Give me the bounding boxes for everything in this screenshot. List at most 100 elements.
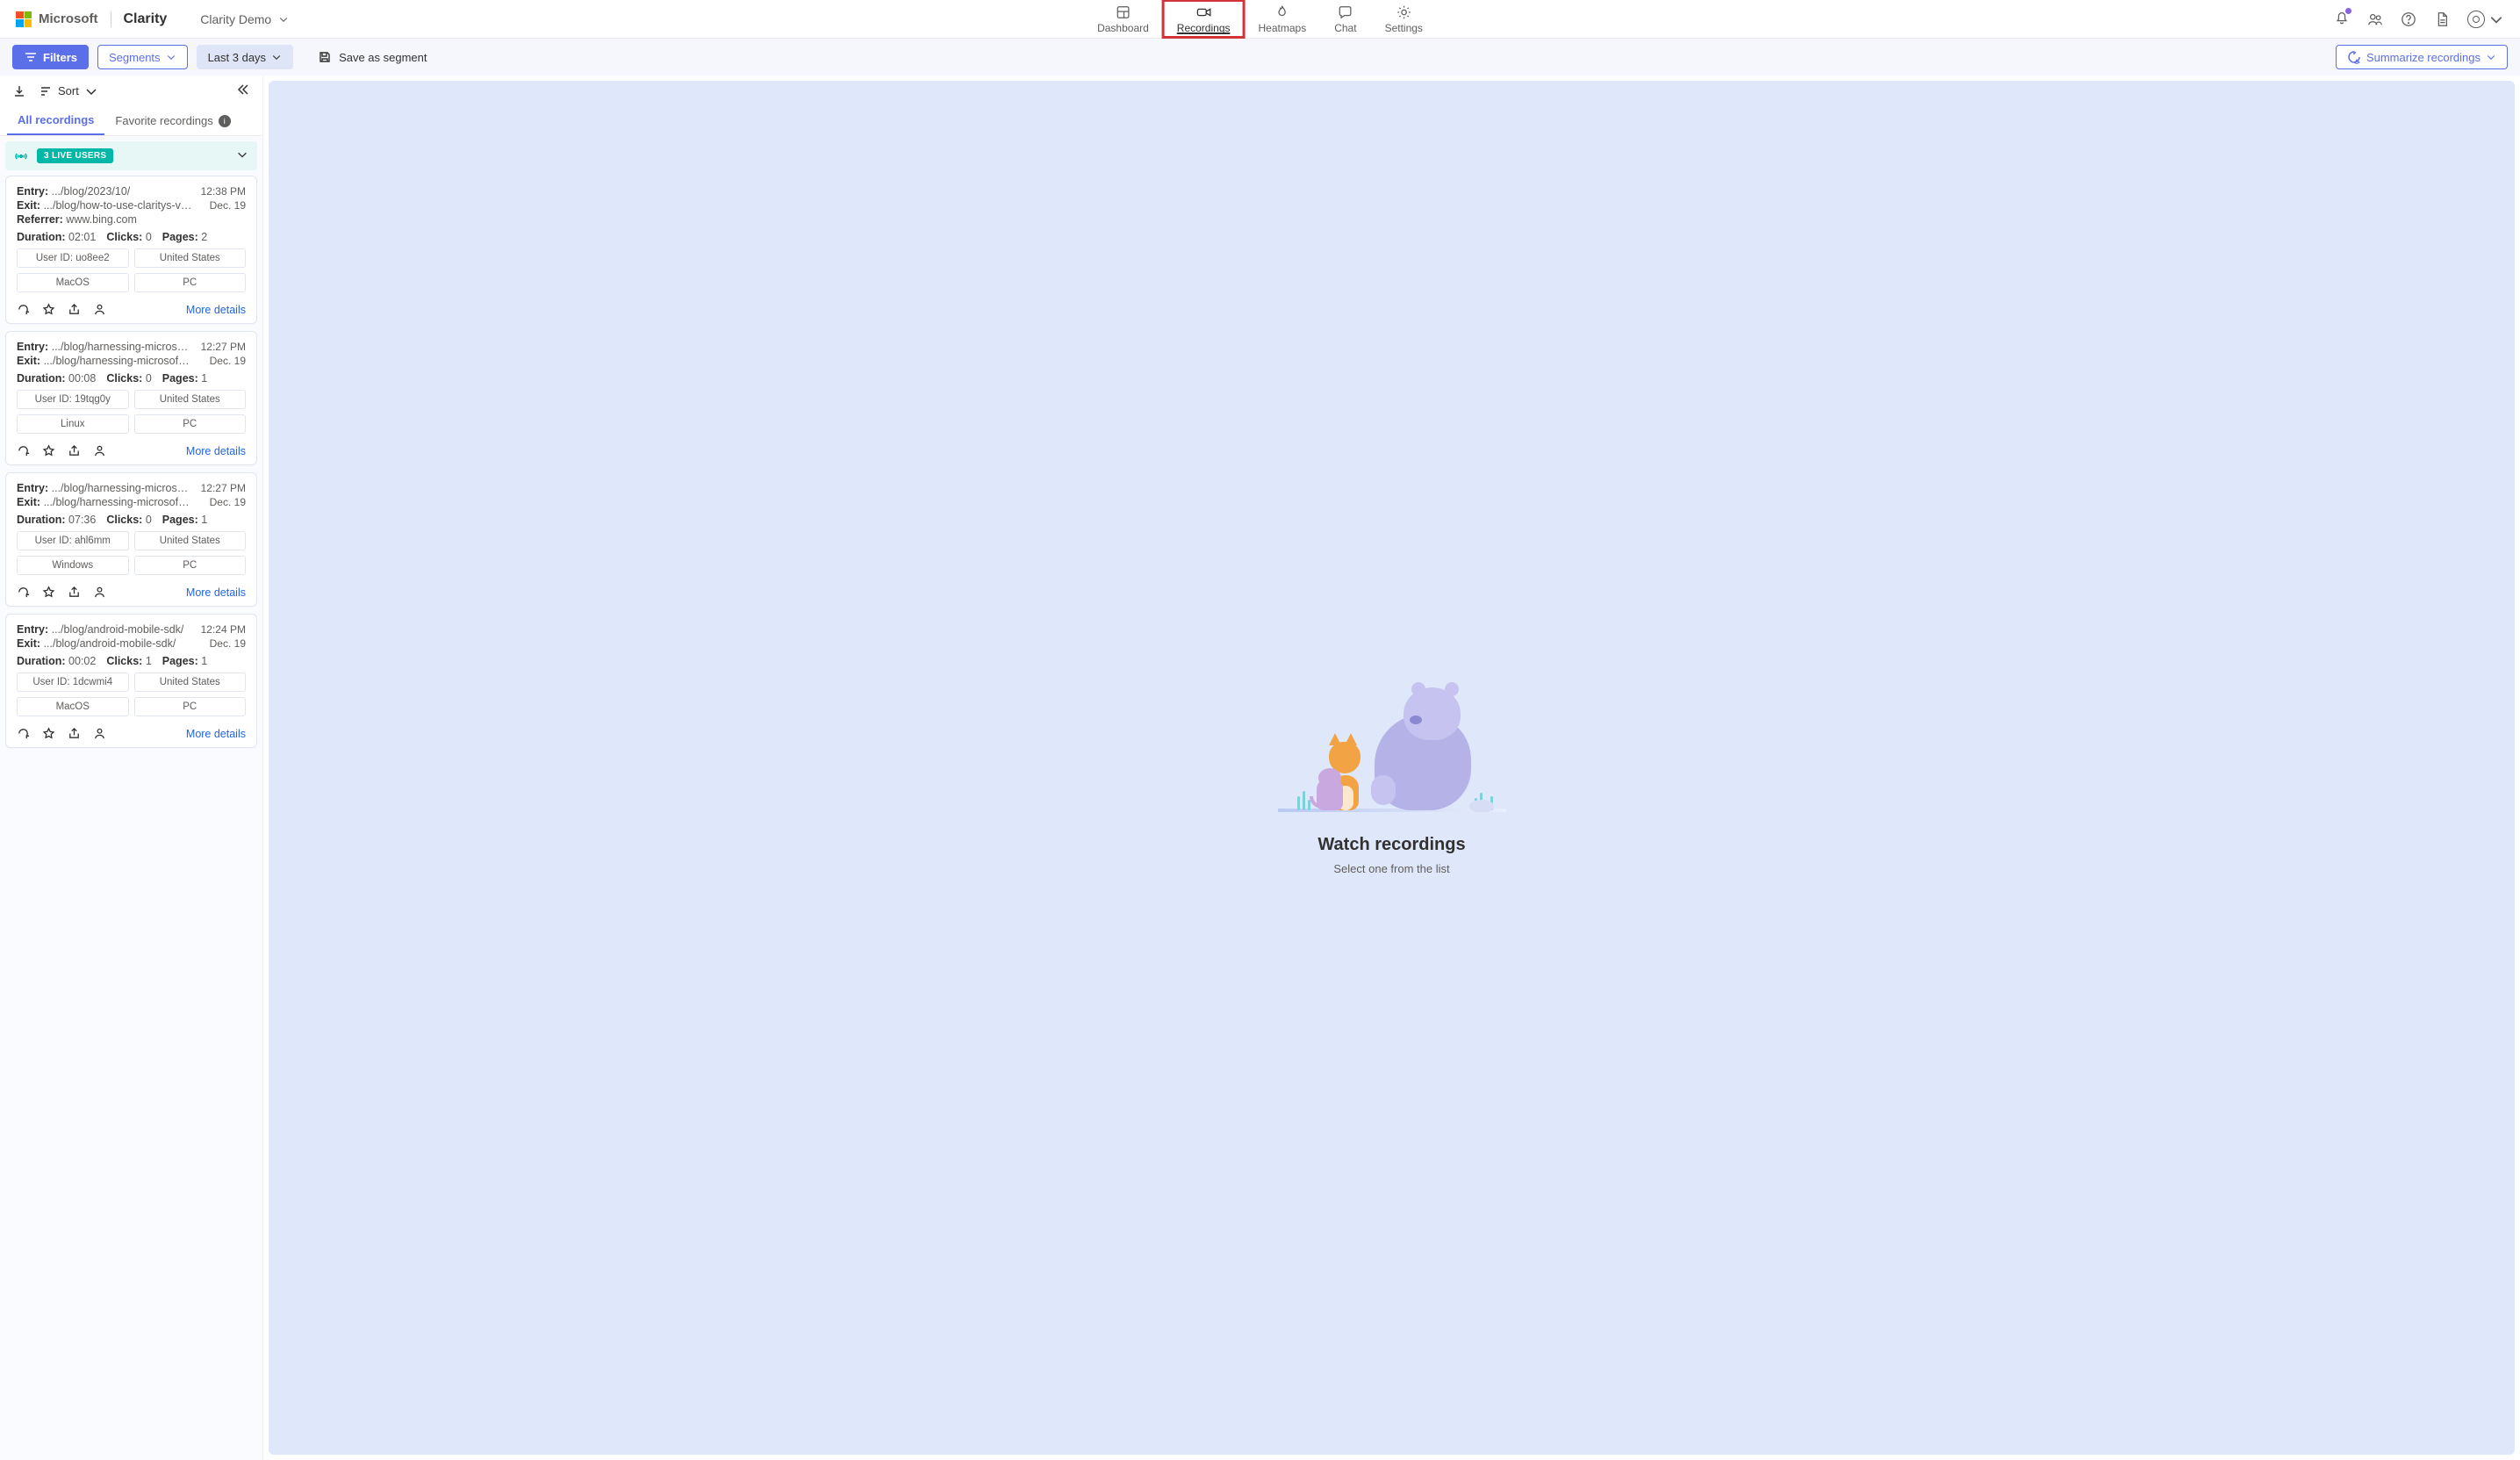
more-details-link[interactable]: More details [186, 586, 246, 599]
star-icon[interactable] [42, 727, 55, 740]
recording-card[interactable]: Entry: .../blog/harnessing-microsoft-cla… [5, 472, 257, 607]
summarize-button[interactable]: Summarize recordings [2336, 45, 2508, 69]
share-icon[interactable] [68, 444, 81, 457]
nav-label: Chat [1334, 22, 1356, 34]
star-icon[interactable] [42, 444, 55, 457]
filter-toolbar: Filters Segments Last 3 days Save as seg… [0, 39, 2520, 76]
tab-all-recordings[interactable]: All recordings [7, 106, 104, 135]
help-icon[interactable] [2401, 11, 2416, 27]
more-details-link[interactable]: More details [186, 728, 246, 740]
empty-state-illustration [1278, 661, 1506, 819]
stats-row: Duration: 07:36 Clicks: 0 Pages: 1 [17, 514, 246, 526]
bell-icon [2334, 10, 2350, 25]
nav-dashboard[interactable]: Dashboard [1083, 0, 1163, 38]
notifications-button[interactable] [2334, 10, 2350, 28]
chevron-down-icon [278, 14, 289, 25]
card-actions: More details [17, 580, 246, 599]
people-icon[interactable] [2367, 11, 2383, 27]
timestamp: 12:27 PMDec. 19 [201, 482, 246, 510]
document-icon[interactable] [2434, 11, 2450, 27]
date-range-button[interactable]: Last 3 days [197, 45, 294, 69]
recording-card[interactable]: Entry: .../blog/android-mobile-sdk/ Exit… [5, 614, 257, 748]
exit-line: Exit: .../blog/harnessing-microsoft-clar… [17, 355, 192, 367]
referrer-line: Referrer: www.bing.com [17, 213, 192, 226]
summarize-label: Summarize recordings [2366, 51, 2481, 64]
nav-settings[interactable]: Settings [1371, 0, 1437, 38]
recording-card[interactable]: Entry: .../blog/2023/10/ Exit: .../blog/… [5, 176, 257, 324]
star-icon[interactable] [42, 586, 55, 599]
exit-line: Exit: .../blog/how-to-use-claritys-visit… [17, 199, 192, 212]
collapse-sidebar-button[interactable] [236, 83, 250, 99]
filters-label: Filters [43, 51, 77, 64]
nav-heatmaps[interactable]: Heatmaps [1245, 0, 1321, 38]
device-pill: PC [134, 556, 247, 575]
os-pill: Windows [17, 556, 129, 575]
country-pill: United States [134, 672, 247, 692]
exit-line: Exit: .../blog/android-mobile-sdk/ [17, 637, 183, 650]
download-icon[interactable] [12, 84, 26, 98]
person-icon[interactable] [93, 586, 106, 599]
broadcast-icon [14, 149, 28, 163]
nav-recordings[interactable]: Recordings [1163, 0, 1245, 38]
sort-button[interactable]: Sort [39, 84, 98, 98]
user-id-pill: User ID: uo8ee2 [17, 248, 129, 268]
sort-label: Sort [58, 84, 79, 97]
person-icon[interactable] [93, 303, 106, 316]
filter-icon [24, 50, 38, 64]
card-actions: More details [17, 298, 246, 316]
stats-row: Duration: 00:08 Clicks: 0 Pages: 1 [17, 372, 246, 385]
tags: User ID: 1dcwmi4 United States MacOS PC [17, 672, 246, 716]
brand-text: Microsoft [39, 11, 98, 26]
stats-row: Duration: 02:01 Clicks: 0 Pages: 2 [17, 231, 246, 243]
save-segment-button[interactable]: Save as segment [318, 50, 427, 64]
chevron-down-icon [166, 52, 176, 62]
device-pill: PC [134, 697, 247, 716]
product-name: Clarity [124, 11, 168, 27]
recording-card[interactable]: Entry: .../blog/harnessing-microsoft-cla… [5, 331, 257, 465]
country-pill: United States [134, 248, 247, 268]
microsoft-logo-icon [16, 11, 32, 27]
flame-icon [1274, 4, 1290, 20]
tab-label: All recordings [18, 113, 94, 126]
segments-button[interactable]: Segments [97, 45, 188, 69]
nav-label: Settings [1385, 22, 1423, 34]
live-users-bar[interactable]: 3 LIVE USERS [5, 141, 257, 170]
entry-line: Entry: .../blog/2023/10/ [17, 185, 192, 198]
refresh-icon[interactable] [17, 444, 30, 457]
user-id-pill: User ID: ahl6mm [17, 531, 129, 550]
more-details-link[interactable]: More details [186, 304, 246, 316]
project-dropdown[interactable]: Clarity Demo [200, 12, 289, 26]
nav-label: Heatmaps [1259, 22, 1307, 34]
refresh-icon[interactable] [17, 586, 30, 599]
recordings-list[interactable]: 3 LIVE USERS Entry: .../blog/2023/10/ Ex… [0, 136, 262, 1460]
card-actions: More details [17, 722, 246, 740]
main-nav: Dashboard Recordings Heatmaps Chat Setti… [1083, 0, 1437, 38]
info-icon: i [219, 115, 231, 127]
country-pill: United States [134, 390, 247, 409]
sort-icon [39, 84, 53, 98]
star-icon[interactable] [42, 303, 55, 316]
chevron-down-icon [84, 84, 98, 98]
date-label: Last 3 days [208, 51, 267, 64]
recording-tabs: All recordings Favorite recordings i [0, 106, 262, 136]
timestamp: 12:27 PMDec. 19 [201, 341, 246, 369]
nav-chat[interactable]: Chat [1320, 0, 1370, 38]
tags: User ID: ahl6mm United States Windows PC [17, 531, 246, 575]
timestamp: 12:38 PMDec. 19 [201, 185, 246, 227]
share-icon[interactable] [68, 303, 81, 316]
person-icon[interactable] [93, 727, 106, 740]
share-icon[interactable] [68, 586, 81, 599]
share-icon[interactable] [68, 727, 81, 740]
gear-icon [1396, 4, 1411, 20]
account-menu[interactable] [2467, 11, 2504, 28]
os-pill: Linux [17, 414, 129, 434]
stats-row: Duration: 00:02 Clicks: 1 Pages: 1 [17, 655, 246, 667]
filters-button[interactable]: Filters [12, 45, 89, 69]
recordings-sidebar: Sort All recordings Favorite recordings … [0, 76, 263, 1460]
refresh-icon[interactable] [17, 727, 30, 740]
person-icon[interactable] [93, 444, 106, 457]
tab-favorite-recordings[interactable]: Favorite recordings i [104, 106, 241, 135]
more-details-link[interactable]: More details [186, 445, 246, 457]
entry-line: Entry: .../blog/android-mobile-sdk/ [17, 623, 183, 636]
refresh-icon[interactable] [17, 303, 30, 316]
